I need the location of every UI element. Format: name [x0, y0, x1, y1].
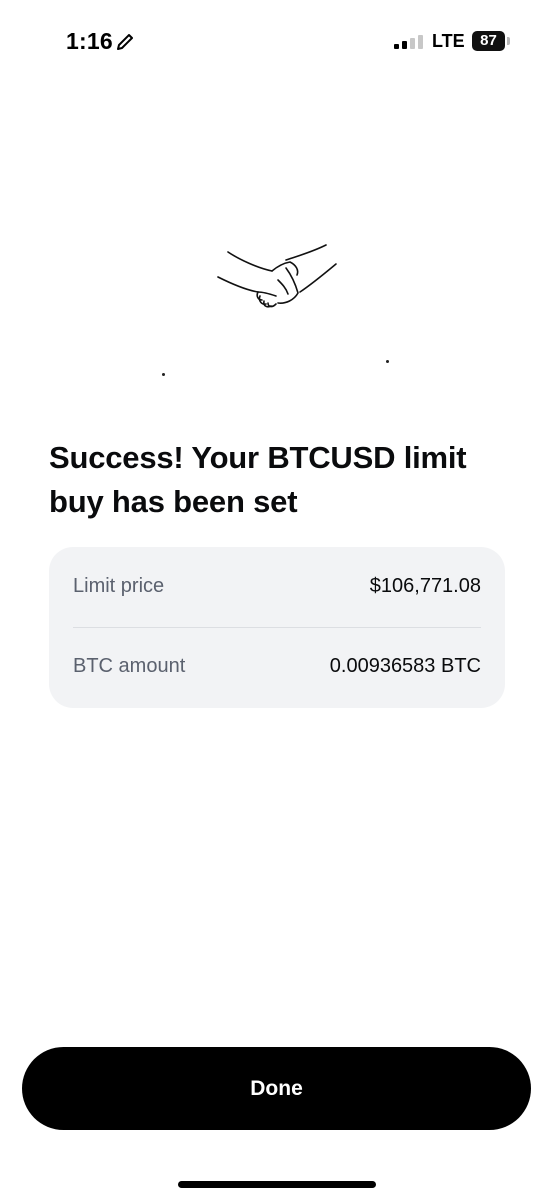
btc-amount-value: 0.00936583 BTC [329, 655, 481, 677]
limit-price-value: $106,771.08 [369, 575, 481, 597]
network-type: LTE [432, 31, 465, 51]
pencil-icon [117, 34, 133, 50]
status-time: 1:16 [66, 28, 113, 54]
btc-amount-label: BTC amount [73, 655, 186, 677]
decorative-dot [386, 360, 389, 363]
limit-price-label: Limit price [73, 575, 165, 597]
order-details-card: Limit price $106,771.08 BTC amount 0.009… [49, 547, 505, 708]
battery-icon: 87 [472, 31, 512, 51]
handshake-icon [217, 244, 337, 308]
limit-price-row: Limit price $106,771.08 [73, 547, 481, 627]
decorative-dot [162, 373, 165, 376]
done-button[interactable]: Done [22, 1047, 531, 1130]
signal-icon [394, 35, 423, 49]
home-indicator[interactable] [178, 1181, 376, 1188]
battery-level: 87 [480, 32, 497, 49]
page-title: Success! Your BTCUSD limit buy has been … [49, 440, 467, 519]
status-bar: 1:16 LTE 87 [0, 0, 554, 84]
btc-amount-row: BTC amount 0.00936583 BTC [73, 627, 481, 707]
